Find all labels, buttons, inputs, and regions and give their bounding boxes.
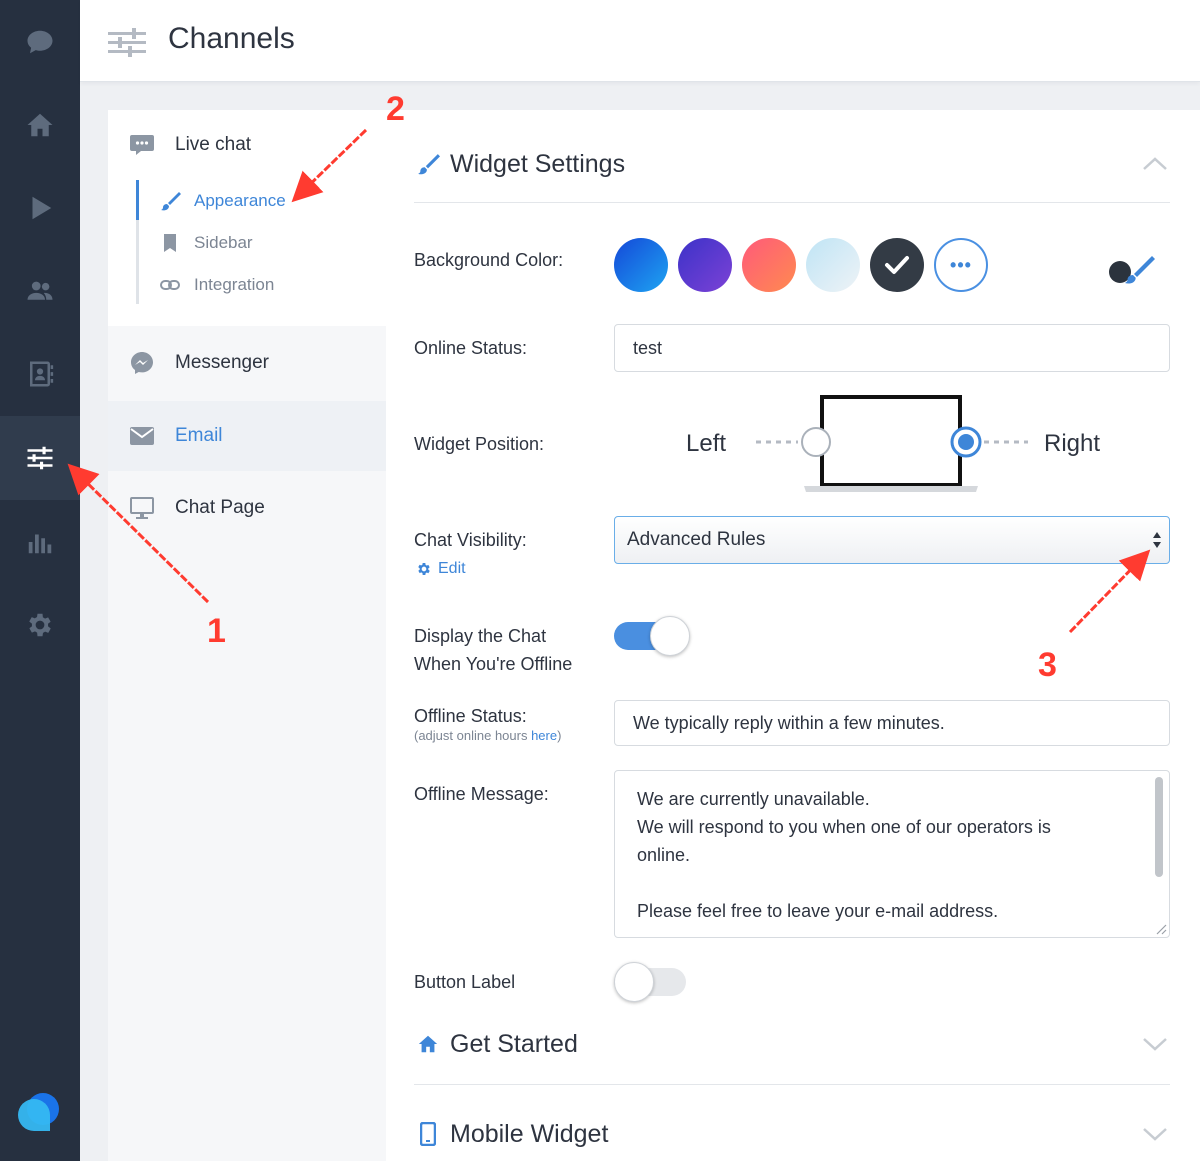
annotation-number-1: 1 xyxy=(207,612,226,650)
annotation-arrows xyxy=(67,128,1151,634)
annotation-number-3: 3 xyxy=(1038,646,1057,684)
annotation-number-2: 2 xyxy=(386,90,405,128)
